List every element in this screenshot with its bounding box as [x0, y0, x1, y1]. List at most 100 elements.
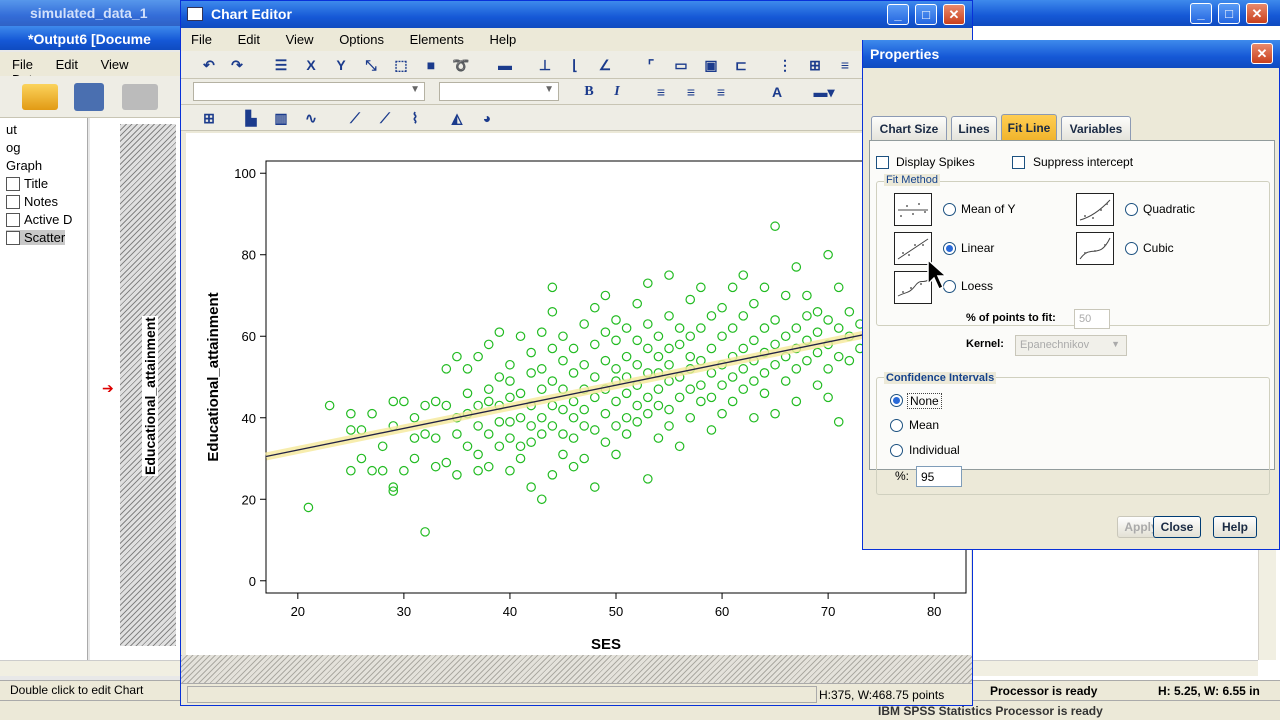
undo-icon[interactable]: ↶ — [199, 56, 219, 74]
interpolation-icon[interactable]: ⌇ — [405, 109, 425, 127]
tree-item-scatter[interactable]: Scatter — [6, 230, 66, 245]
size-select[interactable]: ▼ — [439, 82, 559, 101]
tab-lines[interactable]: Lines — [951, 116, 997, 141]
bg-close-button[interactable]: ✕ — [1246, 3, 1268, 24]
text-color-icon[interactable]: A — [767, 83, 787, 101]
tree-item-title[interactable]: Title — [6, 176, 48, 191]
cubic-label: Cubic — [1143, 241, 1174, 255]
axis-icon-1[interactable]: ⊥ — [535, 56, 555, 74]
output-outline-pane[interactable]: ut og Graph Title Notes Active D Scatter — [0, 118, 88, 660]
tab-variables[interactable]: Variables — [1061, 116, 1131, 141]
frame-icon-3[interactable]: ▣ — [701, 56, 721, 74]
fit-total-icon[interactable]: ⟋ — [345, 109, 365, 127]
redo-icon[interactable]: ↷ — [227, 56, 247, 74]
distribution-icon[interactable]: ◭ — [447, 109, 467, 127]
print-icon[interactable] — [122, 84, 158, 110]
output-hscroll[interactable] — [0, 660, 182, 676]
pie-icon[interactable]: ◕ — [477, 109, 497, 127]
menu-options[interactable]: Options — [339, 32, 384, 47]
output-menu-edit[interactable]: Edit — [56, 57, 78, 72]
chart-editor-titlebar[interactable]: Chart Editor _ □ ✕ — [181, 1, 972, 28]
tab-chart-size[interactable]: Chart Size — [871, 116, 947, 141]
data-labels-icon[interactable]: ⊞ — [199, 109, 219, 127]
mouse-pointer-icon — [927, 258, 948, 291]
ci-pct-input[interactable]: 95 — [916, 466, 962, 487]
help-button[interactable]: Help — [1213, 516, 1257, 538]
display-spikes-checkbox[interactable] — [876, 156, 889, 169]
suppress-intercept-label: Suppress intercept — [1033, 155, 1134, 169]
ci-none-radio[interactable] — [890, 394, 903, 407]
chart-editor-maximize-button[interactable]: □ — [915, 4, 937, 25]
tab-fit-line[interactable]: Fit Line — [1001, 114, 1057, 141]
tree-item-graph[interactable]: Graph — [6, 158, 42, 173]
font-select[interactable]: ▼ — [193, 82, 425, 101]
suppress-intercept-checkbox[interactable] — [1012, 156, 1025, 169]
linear-radio[interactable] — [943, 242, 956, 255]
frame-icon-1[interactable]: ⌜ — [641, 56, 661, 74]
cubic-radio[interactable] — [1125, 242, 1138, 255]
output-menu-view[interactable]: View — [101, 57, 129, 72]
grid-icon-2[interactable]: ⊞ — [805, 56, 825, 74]
lasso-icon[interactable]: ➰ — [451, 56, 471, 74]
comment-icon[interactable]: ▬ — [495, 56, 515, 74]
chart-editor-toolbar-3: ⊞ ▙ ▥ ∿ ⟋ ⟋ ⌇ ◭ ◕ — [181, 105, 972, 131]
menu-elements[interactable]: Elements — [410, 32, 464, 47]
tree-item-active-dataset[interactable]: Active D — [6, 212, 72, 227]
histogram-icon[interactable]: ▥ — [271, 109, 291, 127]
chart-editor-close-button[interactable]: ✕ — [943, 4, 965, 25]
properties-titlebar[interactable]: Properties ✕ — [863, 40, 1280, 68]
bold-icon[interactable]: B — [579, 83, 599, 101]
grid-icon-3[interactable]: ≡ — [835, 56, 855, 74]
ci-individual-radio[interactable] — [890, 444, 903, 457]
line-chart-icon[interactable]: ∿ — [301, 109, 321, 127]
scatter-plot[interactable]: 0 20 40 60 80 100 20 30 40 50 60 70 80 SES Educational… — [186, 133, 971, 655]
properties-dialog: Properties ✕ Chart Size Lines Fit Line V… — [862, 40, 1280, 550]
x-tick-label: 60 — [715, 604, 729, 619]
output-content-pane[interactable]: Educational_attainment ➔ — [90, 118, 182, 660]
properties-icon[interactable]: ☰ — [271, 56, 291, 74]
axis-icon-3[interactable]: ∠ — [595, 56, 615, 74]
fill-swatch-icon[interactable]: ▬▾ — [809, 83, 839, 101]
rescale-icon[interactable]: ⤡ — [361, 56, 381, 74]
open-folder-icon[interactable] — [22, 84, 58, 110]
chart-editor-minimize-button[interactable]: _ — [887, 4, 909, 25]
x-axis-label: SES — [591, 636, 621, 653]
tree-item-output[interactable]: ut — [6, 122, 17, 137]
quadratic-radio[interactable] — [1125, 203, 1138, 216]
menu-edit[interactable]: Edit — [238, 32, 260, 47]
fill-color-icon[interactable]: ■ — [421, 56, 441, 74]
align-right-icon[interactable]: ≡ — [711, 83, 731, 101]
grid-icon-1[interactable]: ⋮ — [775, 56, 795, 74]
align-left-icon[interactable]: ≡ — [651, 83, 671, 101]
bar-chart-icon[interactable]: ▙ — [241, 109, 261, 127]
menu-file[interactable]: File — [191, 32, 212, 47]
bg-maximize-button[interactable]: □ — [1218, 3, 1240, 24]
close-button[interactable]: Close — [1153, 516, 1201, 538]
fit-subgroup-icon[interactable]: ⟋ — [375, 109, 395, 127]
menu-view[interactable]: View — [286, 32, 314, 47]
tree-item-notes[interactable]: Notes — [6, 194, 58, 209]
y-axis-icon[interactable]: Y — [331, 56, 351, 74]
save-icon[interactable] — [74, 83, 104, 111]
align-center-icon[interactable]: ≡ — [681, 83, 701, 101]
frame-icon-2[interactable]: ▭ — [671, 56, 691, 74]
right-bg-hscroll[interactable] — [972, 660, 1258, 676]
kernel-select[interactable]: Epanechnikov ▼ — [1015, 335, 1127, 356]
frame-icon-4[interactable]: ⊏ — [731, 56, 751, 74]
output-menu-file[interactable]: File — [12, 57, 33, 72]
axis-icon-2[interactable]: ⌊ — [565, 56, 585, 74]
pct-points-input[interactable]: 50 — [1074, 309, 1110, 329]
ci-mean-radio[interactable] — [890, 419, 903, 432]
x-axis-icon[interactable]: X — [301, 56, 321, 74]
selection-arrow-icon: ➔ — [102, 380, 114, 396]
italic-icon[interactable]: I — [607, 83, 627, 101]
output-window-titlebar[interactable]: *Output6 [Docume — [0, 26, 185, 50]
tree-item-log[interactable]: og — [6, 140, 20, 155]
properties-close-button[interactable]: ✕ — [1251, 43, 1273, 64]
mean-of-y-radio[interactable] — [943, 203, 956, 216]
chart-canvas[interactable]: 0 20 40 60 80 100 20 30 40 50 60 70 80 SES Educational… — [186, 133, 971, 655]
right-bg-vscroll[interactable] — [1258, 550, 1276, 660]
bg-minimize-button[interactable]: _ — [1190, 3, 1212, 24]
zoom-icon[interactable]: ⬚ — [391, 56, 411, 74]
menu-help[interactable]: Help — [489, 32, 516, 47]
